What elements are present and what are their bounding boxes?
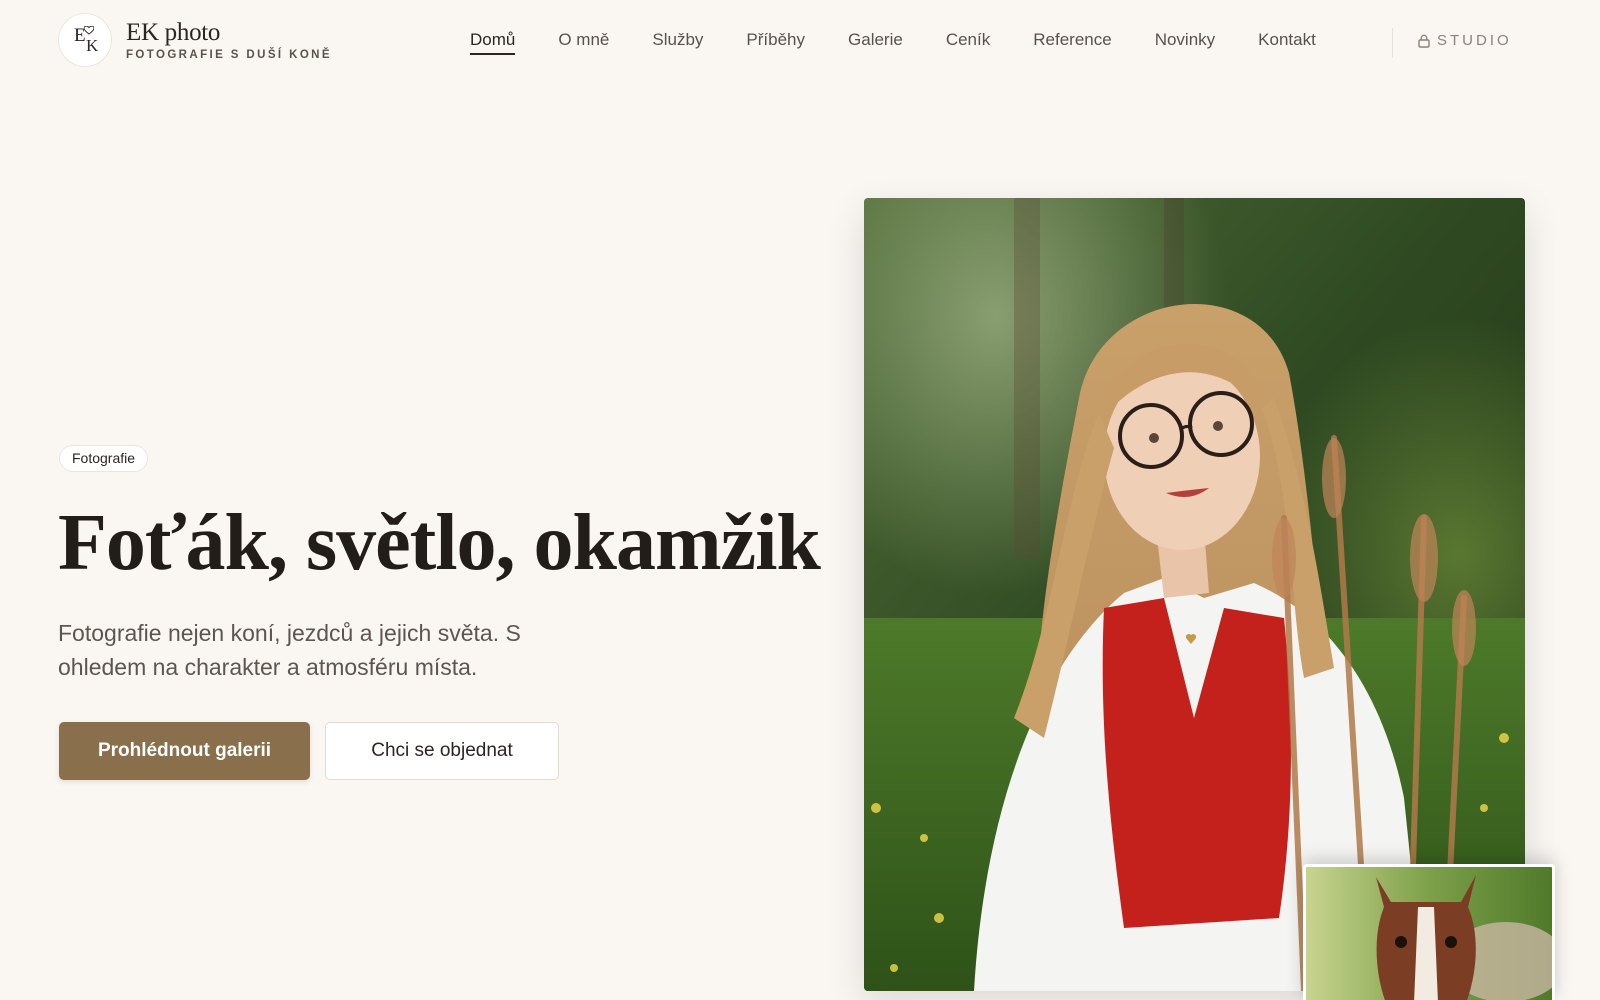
brand-logo-link[interactable]: E K EK photo FOTOGRAFIE S DUŠÍ KONĚ — [58, 13, 332, 67]
brand-name: EK photo — [126, 18, 221, 46]
nav-item-galerie[interactable]: Galerie — [848, 30, 903, 55]
nav-item-kontakt[interactable]: Kontakt — [1258, 30, 1316, 55]
logo-mark: E K — [58, 13, 112, 67]
hero-subtitle-line-1: Fotografie nejen koní, jezdců a jejich s… — [58, 620, 521, 646]
nav-item-domu[interactable]: Domů — [470, 30, 516, 55]
main-nav: Domů O mně Služby Příběhy Galerie Ceník … — [470, 30, 1359, 55]
nav-divider — [1392, 28, 1393, 58]
heart-icon — [84, 26, 94, 35]
hero-subtitle: Fotografie nejen koní, jezdců a jejich s… — [58, 616, 598, 684]
hero-title: Foťák, světlo, okamžik — [58, 499, 821, 587]
nav-item-reference[interactable]: Reference — [1033, 30, 1111, 55]
site-header: E K EK photo FOTOGRAFIE S DUŠÍ KONĚ Domů… — [0, 0, 1600, 82]
foal-thumbnail-photo — [1303, 864, 1555, 1000]
order-button[interactable]: Chci se objednat — [325, 722, 559, 780]
brand-tagline: FOTOGRAFIE S DUŠÍ KONĚ — [126, 48, 332, 61]
nav-item-novinky[interactable]: Novinky — [1155, 30, 1215, 55]
nav-item-pribehy[interactable]: Příběhy — [746, 30, 805, 55]
hero-subtitle-line-2: ohledem na charakter a atmosféru místa. — [58, 654, 478, 680]
category-badge: Fotografie — [59, 445, 149, 472]
lock-icon — [1418, 34, 1430, 48]
view-gallery-button[interactable]: Prohlédnout galerii — [59, 722, 310, 780]
logo-letter-k: K — [86, 36, 99, 55]
studio-label: STUDIO — [1437, 32, 1512, 49]
nav-item-cenik[interactable]: Ceník — [946, 30, 990, 55]
nav-item-o-mne[interactable]: O mně — [558, 30, 609, 55]
studio-link[interactable]: STUDIO — [1418, 32, 1512, 49]
nav-item-sluzby[interactable]: Služby — [652, 30, 703, 55]
